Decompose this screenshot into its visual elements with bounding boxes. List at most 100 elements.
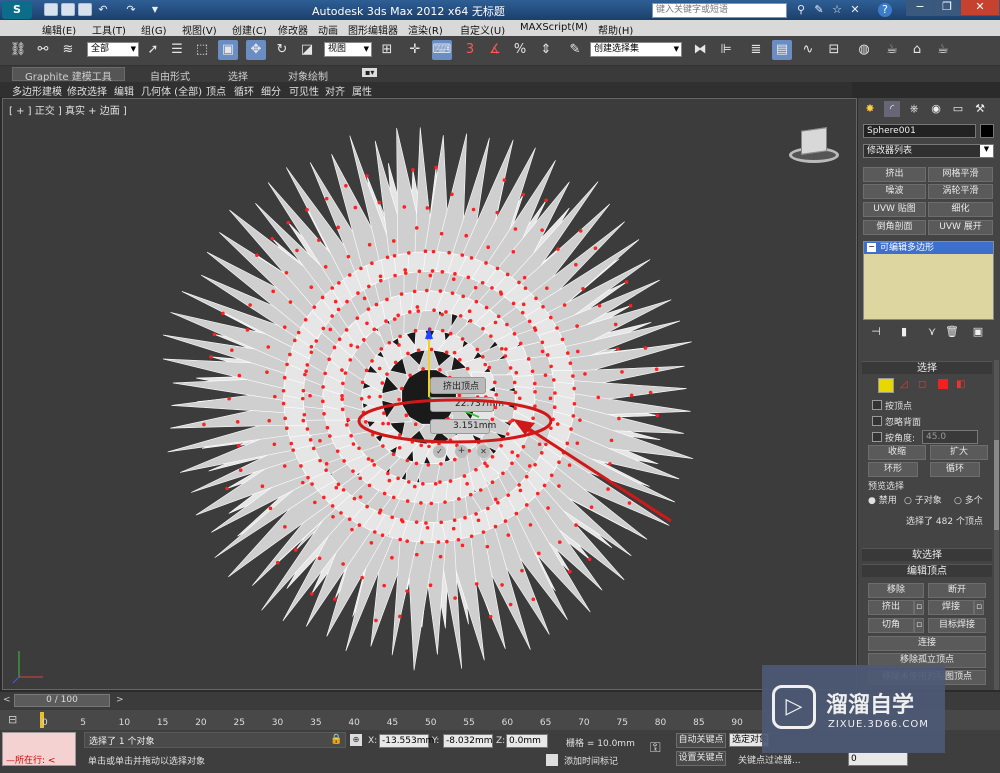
new-file-icon[interactable] — [44, 3, 58, 16]
stack-item-editable-poly[interactable]: − 可编辑多边形 — [864, 242, 993, 254]
ribbon-toggle-icon[interactable]: ▤ — [772, 40, 792, 60]
target-weld-button[interactable]: 目标焊接 — [928, 618, 986, 633]
select-by-name-icon[interactable]: ☰ — [167, 40, 187, 60]
panel-loops[interactable]: 循环 — [234, 83, 254, 98]
menu-edit[interactable]: 编辑(E) — [42, 22, 76, 37]
extrude-settings-button[interactable]: ▫ — [914, 600, 924, 615]
render-setup-icon[interactable]: ☕ — [882, 40, 902, 60]
ring-button[interactable]: 环形 — [868, 462, 918, 477]
key-icon[interactable]: ⚿ — [650, 740, 661, 756]
by-angle-checkbox[interactable]: 按角度: — [872, 431, 915, 444]
pin-stack-icon[interactable]: ⊣ — [868, 324, 884, 340]
open-file-icon[interactable] — [61, 3, 75, 16]
panel-geometry-all[interactable]: 几何体 (全部) — [141, 83, 202, 98]
qat-dropdown-icon[interactable]: ▼ — [148, 3, 162, 17]
display-tab-icon[interactable]: ▭ — [950, 101, 966, 117]
z-coordinate-field[interactable]: 0.0mm — [506, 734, 548, 748]
star-icon[interactable]: ☆ — [830, 3, 844, 17]
minimize-button[interactable]: − — [906, 0, 934, 16]
layer-manager-icon[interactable]: ≣ — [746, 40, 766, 60]
caddy-ok-icon[interactable]: ✓ — [433, 445, 446, 458]
mirror-icon[interactable]: ⧓ — [690, 40, 710, 60]
mod-turbosmooth-button[interactable]: 涡轮平滑 — [928, 184, 993, 199]
preview-multi-radio[interactable]: ○ 多个 — [954, 493, 983, 506]
time-slider-thumb[interactable]: 0 / 100 — [14, 694, 110, 707]
remove-button[interactable]: 移除 — [868, 583, 924, 598]
rect-selection-icon[interactable]: ⬚ — [192, 40, 212, 60]
panel-scrollbar[interactable] — [994, 360, 999, 690]
next-frame-icon[interactable]: > — [116, 695, 124, 705]
mod-noise-button[interactable]: 噪波 — [863, 184, 926, 199]
viewcube-icon[interactable] — [789, 125, 839, 165]
shrink-button[interactable]: 收缩 — [868, 445, 926, 460]
schematic-view-icon[interactable]: ⊟ — [824, 40, 844, 60]
help-icon[interactable]: ? — [878, 3, 892, 17]
panel-properties[interactable]: 属性 — [352, 83, 372, 98]
move-icon[interactable]: ✥ — [246, 40, 266, 60]
link-icon[interactable]: ⛓ — [8, 40, 28, 60]
spinner-snap-icon[interactable]: ⇕ — [536, 40, 556, 60]
align-icon[interactable]: ⊫ — [716, 40, 736, 60]
pivot-center-icon[interactable]: ⊞ — [377, 40, 397, 60]
panel-align[interactable]: 对齐 — [325, 83, 345, 98]
remove-modifier-icon[interactable]: 🗑 — [944, 324, 960, 340]
binoculars-icon[interactable]: ⚲ — [794, 3, 808, 17]
add-time-tag[interactable]: 添加时间标记 — [564, 754, 618, 767]
mod-meshsmooth-button[interactable]: 网格平滑 — [928, 167, 993, 182]
unlink-icon[interactable]: ⚯ — [33, 40, 53, 60]
mod-unwrap-uvw-button[interactable]: UVW 展开 — [928, 220, 993, 235]
mod-tessellate-button[interactable]: 细化 — [928, 202, 993, 217]
create-tab-icon[interactable]: ✸ — [862, 101, 878, 117]
panel-polygon-modeling[interactable]: 多边形建模 — [12, 83, 62, 98]
caddy-width-spinner[interactable]: 3.151mm — [430, 419, 496, 434]
modifier-stack[interactable]: − 可编辑多边形 — [863, 241, 994, 320]
configure-sets-icon[interactable]: ▣ — [970, 324, 986, 340]
redo-icon[interactable]: ↷ — [124, 3, 138, 17]
polygon-mode-icon[interactable] — [938, 379, 948, 389]
save-file-icon[interactable] — [78, 3, 92, 16]
prev-frame-icon[interactable]: < — [3, 695, 11, 705]
undo-icon[interactable]: ↶ — [96, 3, 110, 17]
material-editor-icon[interactable]: ◍ — [854, 40, 874, 60]
maxscript-listener[interactable]: —所在行: < — [2, 732, 76, 766]
perspective-viewport[interactable]: [ + ] 正交 ] 真实 + 边面 ] 挤出顶点 22.737mm 3.151… — [2, 98, 857, 690]
chamfer-button[interactable]: 切角 — [868, 618, 914, 633]
tab-graphite-modeling[interactable]: Graphite 建模工具 — [12, 67, 125, 83]
ribbon-options-icon[interactable]: ▪▾ — [362, 68, 378, 77]
angle-spinner[interactable]: 45.0 — [922, 430, 978, 444]
curve-editor-icon[interactable]: ∿ — [798, 40, 818, 60]
modifier-list-dropdown[interactable]: 修改器列表 — [863, 144, 994, 158]
panel-modify-selection[interactable]: 修改选择 — [67, 83, 107, 98]
percent-snap-icon[interactable]: % — [510, 40, 530, 60]
set-key-button[interactable]: 设置关键点 — [676, 751, 726, 766]
select-manipulate-icon[interactable]: ✛ — [405, 40, 425, 60]
panel-visibility[interactable]: 可见性 — [289, 83, 319, 98]
panel-subdivision[interactable]: 细分 — [261, 83, 281, 98]
modifier-list-chevron-icon[interactable]: ▼ — [980, 145, 993, 157]
menu-modifiers[interactable]: 修改器 — [278, 22, 308, 37]
select-object-icon[interactable]: ➚ — [143, 40, 163, 60]
render-production-icon[interactable]: ☕ — [933, 40, 953, 60]
window-crossing-icon[interactable]: ▣ — [218, 40, 238, 60]
utilities-tab-icon[interactable]: ⚒ — [972, 101, 988, 117]
tab-selection[interactable]: 选择 — [228, 68, 248, 83]
tab-freeform[interactable]: 自由形式 — [150, 68, 190, 83]
weld-button[interactable]: 焊接 — [928, 600, 974, 615]
connect-button[interactable]: 连接 — [868, 636, 986, 651]
menu-customize[interactable]: 自定义(U) — [460, 22, 505, 37]
motion-tab-icon[interactable]: ◉ — [928, 101, 944, 117]
ignore-backfacing-checkbox[interactable]: 忽略背面 — [872, 415, 921, 428]
bind-spacewarp-icon[interactable]: ≋ — [58, 40, 78, 60]
menu-group[interactable]: 组(G) — [141, 22, 167, 37]
soft-selection-rollout-header[interactable]: 软选择 — [862, 548, 992, 561]
menu-help[interactable]: 帮助(H) — [598, 22, 633, 37]
make-unique-icon[interactable]: ⋎ — [924, 324, 940, 340]
edge-mode-icon[interactable]: ◿ — [900, 379, 908, 390]
menu-graph-editors[interactable]: 图形编辑器 — [348, 22, 398, 37]
object-name-field[interactable]: Sphere001 — [863, 124, 976, 138]
menu-animation[interactable]: 动画 — [318, 22, 338, 37]
keyboard-shortcut-icon[interactable]: ⌨ — [432, 40, 452, 60]
extrude-button[interactable]: 挤出 — [868, 600, 914, 615]
edit-vertices-rollout-header[interactable]: 编辑顶点 — [862, 564, 992, 577]
menu-create[interactable]: 创建(C) — [232, 22, 267, 37]
